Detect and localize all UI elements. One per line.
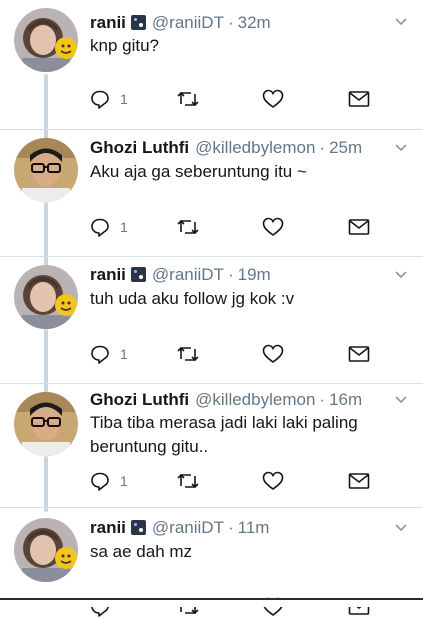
retweet-button[interactable]	[176, 88, 200, 110]
like-button[interactable]	[262, 216, 284, 238]
reply-button[interactable]: 1	[90, 470, 128, 492]
reply-icon	[91, 345, 109, 364]
retweet-button[interactable]	[176, 343, 200, 365]
tweet-header: Ghozi Luthfi @killedbylemon · 25m	[90, 138, 362, 158]
timestamp[interactable]: 19m	[238, 265, 271, 284]
chevron-down-icon[interactable]	[393, 392, 409, 408]
tweet-header: ranii @raniiDT · 32m	[90, 13, 271, 33]
envelope-icon	[348, 219, 370, 235]
direct-message-button[interactable]	[348, 343, 370, 365]
retweet-icon	[177, 91, 199, 107]
user-handle[interactable]: @killedbylemon	[195, 138, 315, 157]
display-name[interactable]: Ghozi Luthfi	[90, 390, 189, 409]
retweet-button[interactable]	[176, 470, 200, 492]
tweet[interactable]: ranii @raniiDT · 11m sa ae dah mz	[0, 508, 423, 617]
avatar[interactable]	[14, 392, 78, 456]
reply-count: 1	[120, 219, 128, 235]
envelope-icon	[348, 346, 370, 362]
tweet-header: ranii @raniiDT · 11m	[90, 518, 269, 538]
heart-icon	[262, 217, 284, 236]
direct-message-button[interactable]	[348, 88, 370, 110]
reply-button[interactable]: 1	[90, 88, 128, 110]
retweet-button[interactable]	[176, 216, 200, 238]
chevron-down-icon[interactable]	[393, 267, 409, 283]
tweet-actions: 1	[90, 470, 390, 492]
like-button[interactable]	[262, 88, 284, 110]
separator-dot: ·	[319, 390, 326, 409]
user-handle[interactable]: @raniiDT	[152, 13, 224, 32]
conversation-thread: ranii @raniiDT · 32m knp gitu? 1 Ghozi L…	[0, 0, 423, 617]
reply-icon	[91, 472, 109, 491]
user-handle[interactable]: @raniiDT	[152, 518, 224, 537]
like-button[interactable]	[262, 343, 284, 365]
screen-bottom-edge	[0, 598, 423, 607]
tweet-text: knp gitu?	[90, 36, 159, 55]
tweet-text: Aku aja ga seberuntung itu ~	[90, 162, 307, 181]
tweet-text: Tiba tiba merasa jadi laki laki paling b…	[90, 413, 358, 456]
timestamp[interactable]: 16m	[329, 390, 362, 409]
tweet-text: sa ae dah mz	[90, 542, 193, 561]
reply-count: 1	[120, 473, 128, 489]
avatar[interactable]	[14, 8, 78, 72]
direct-message-button[interactable]	[348, 470, 370, 492]
retweet-icon	[177, 346, 199, 362]
separator-dot: ·	[227, 518, 234, 537]
tweet[interactable]: Ghozi Luthfi @killedbylemon · 25m Aku aja g…	[0, 130, 423, 257]
avatar[interactable]	[14, 518, 78, 582]
reply-icon	[91, 218, 109, 237]
timestamp[interactable]: 25m	[329, 138, 362, 157]
profile-badge-icon	[130, 520, 146, 535]
separator-dot: ·	[227, 265, 234, 284]
like-button[interactable]	[262, 470, 284, 492]
separator-dot: ·	[319, 138, 326, 157]
user-handle[interactable]: @raniiDT	[152, 265, 224, 284]
display-name[interactable]: ranii	[90, 265, 126, 284]
retweet-icon	[177, 473, 199, 489]
tweet-actions: 1	[90, 343, 390, 365]
tweet[interactable]: Ghozi Luthfi @killedbylemon · 16m Tiba tiba…	[0, 384, 423, 508]
profile-badge-icon	[130, 15, 146, 30]
display-name[interactable]: ranii	[90, 13, 126, 32]
separator-dot: ·	[227, 13, 234, 32]
reply-button[interactable]: 1	[90, 216, 128, 238]
tweet-header: ranii @raniiDT · 19m	[90, 265, 271, 285]
timestamp[interactable]: 11m	[238, 518, 270, 537]
display-name[interactable]: Ghozi Luthfi	[90, 138, 189, 157]
avatar[interactable]	[14, 265, 78, 329]
chevron-down-icon[interactable]	[393, 14, 409, 30]
reply-count: 1	[120, 91, 128, 107]
envelope-icon	[348, 91, 370, 107]
tweet-text: tuh uda aku follow jg kok :v	[90, 289, 295, 308]
profile-badge-icon	[130, 267, 146, 282]
chevron-down-icon[interactable]	[393, 520, 409, 536]
tweet-header: Ghozi Luthfi @killedbylemon · 16m	[90, 390, 362, 410]
timestamp[interactable]: 32m	[238, 13, 271, 32]
tweet[interactable]: ranii @raniiDT · 19m tuh uda aku follow jg …	[0, 257, 423, 384]
direct-message-button[interactable]	[348, 216, 370, 238]
heart-icon	[262, 471, 284, 490]
user-handle[interactable]: @killedbylemon	[195, 390, 315, 409]
envelope-icon	[348, 473, 370, 489]
tweet[interactable]: ranii @raniiDT · 32m knp gitu? 1	[0, 0, 423, 130]
chevron-down-icon[interactable]	[393, 140, 409, 156]
tweet-actions: 1	[90, 216, 390, 238]
heart-icon	[262, 344, 284, 363]
reply-icon	[91, 90, 109, 109]
reply-button[interactable]: 1	[90, 343, 128, 365]
display-name[interactable]: ranii	[90, 518, 126, 537]
reply-count: 1	[120, 346, 128, 362]
tweet-actions: 1	[90, 88, 390, 110]
retweet-icon	[177, 219, 199, 235]
heart-icon	[262, 89, 284, 108]
avatar[interactable]	[14, 138, 78, 202]
